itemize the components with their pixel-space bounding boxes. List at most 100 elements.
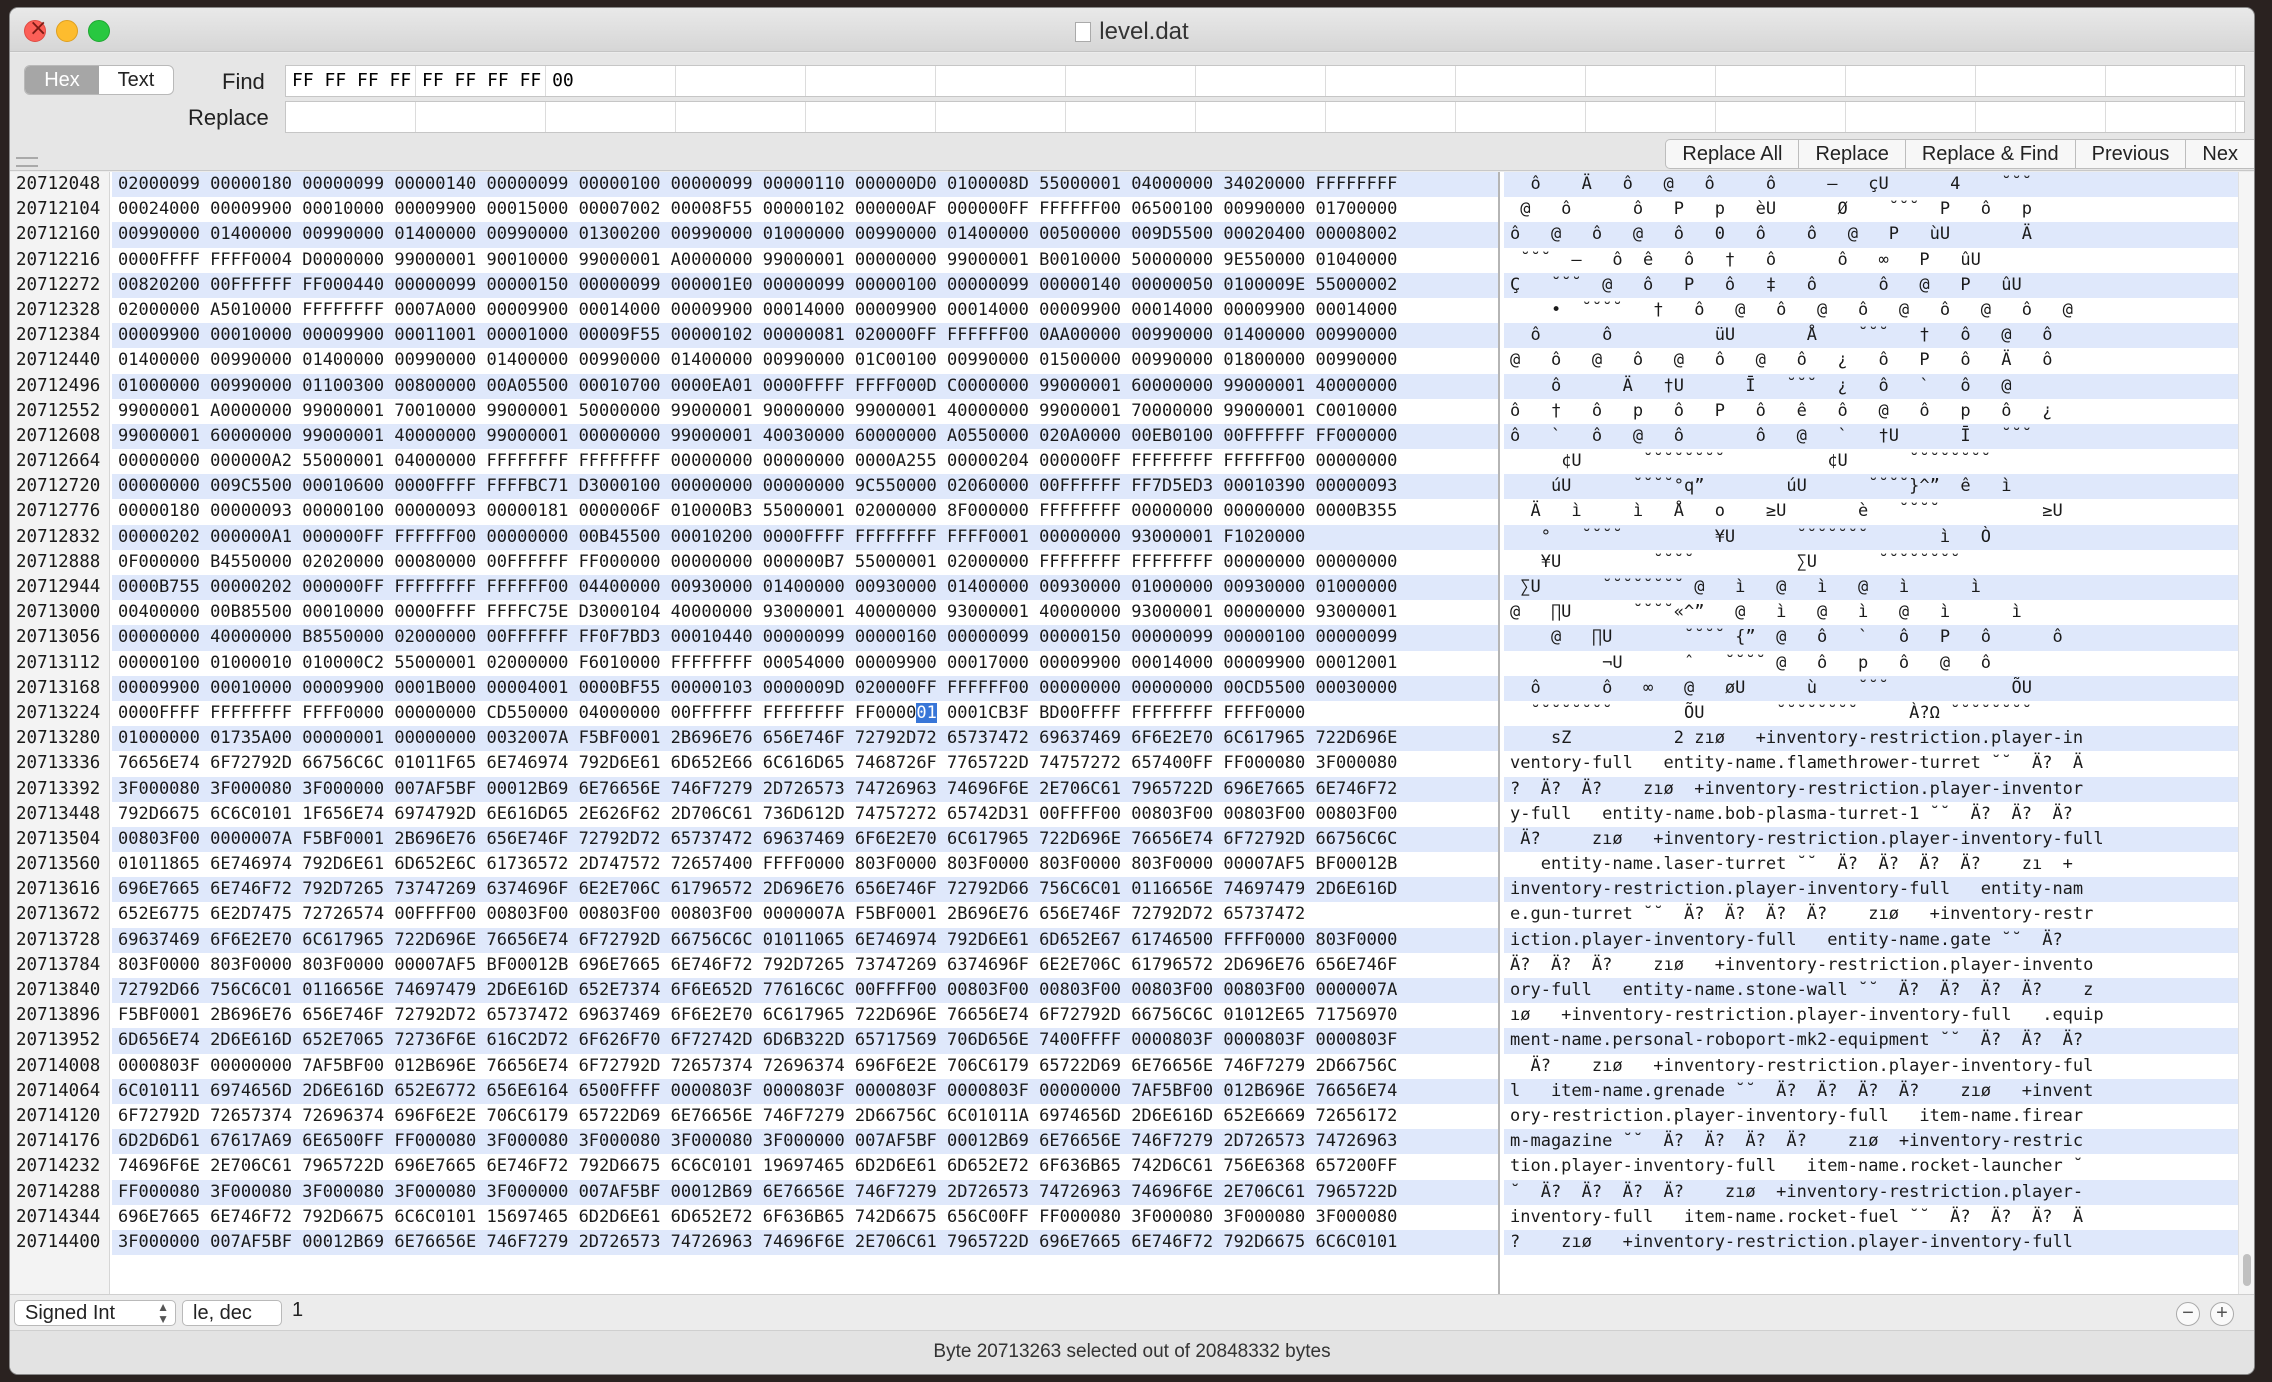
hex-row[interactable]: 792D6675 6C6C0101 1F656E74 6974792D 6E61… xyxy=(112,801,1498,827)
text-row[interactable]: @ ô @ ô @ ô @ ô ¿ ô P ô Ä ô xyxy=(1504,348,2238,374)
text-row[interactable]: ∑U ˘˘˘˘˘˘˘˘ @ ì @ ì @ ì ì xyxy=(1504,575,2238,601)
text-row[interactable]: ô ô üU Å ˘˘˘ † ô @ ô xyxy=(1504,323,2238,349)
hex-row[interactable]: 01011865 6E746974 792D6E61 6D652E6C 6173… xyxy=(112,852,1498,878)
text-row[interactable]: ment-name.personal-roboport-mk2-equipmen… xyxy=(1504,1028,2238,1054)
hex-row[interactable]: 02000000 A5010000 FFFFFFFF 0007A000 0000… xyxy=(112,297,1498,324)
hex-row[interactable]: 69637469 6F6E2E70 6C617965 722D696E 7665… xyxy=(112,927,1498,953)
hex-row[interactable]: 6C010111 6974656D 2D6E616D 652E6772 656E… xyxy=(112,1078,1498,1104)
text-row[interactable]: ˘ Ä? Ä? Ä? Ä? zıø +inventory-restriction… xyxy=(1504,1179,2238,1205)
hex-row[interactable]: 0000B755 00000202 000000FF FFFFFFFF FFFF… xyxy=(112,575,1498,601)
hex-row[interactable]: 0000FFFF FFFFFFFF FFFF0000 00000000 CD55… xyxy=(112,700,1498,727)
hex-row[interactable]: 00009900 00010000 00009900 0001B000 0000… xyxy=(112,675,1498,701)
text-row[interactable]: ıø +inventory-restriction.player-invento… xyxy=(1504,1003,2238,1029)
text-row[interactable]: ô ô ∞ @ øU ù ˘˘˘ ÕU xyxy=(1504,675,2238,701)
hex-row[interactable]: 00000202 000000A1 000000FF FFFFFF00 0000… xyxy=(112,524,1498,550)
hex-row[interactable]: 00820200 00FFFFFF FF000440 00000099 0000… xyxy=(112,272,1498,298)
hex-row[interactable]: 99000001 60000000 99000001 40000000 9900… xyxy=(112,423,1498,450)
text-row[interactable]: ˘˘˘ – ô ê ô † ô ô ∞ P ûU xyxy=(1504,247,2238,273)
hex-row[interactable]: 02000099 00000180 00000099 00000140 0000… xyxy=(112,172,1498,198)
text-row[interactable]: ° ˘˘˘˘ ¥U ˘˘˘˘˘˘˘ ì Ò xyxy=(1504,524,2238,550)
hex-row[interactable]: 99000001 A0000000 99000001 70010000 9900… xyxy=(112,398,1498,424)
scroll-thumb[interactable] xyxy=(2243,1254,2251,1286)
drag-handle-icon[interactable] xyxy=(16,157,38,167)
text-row[interactable]: ¢U ˘˘˘˘˘˘˘˘ ¢U ˘˘˘˘˘˘˘˘ xyxy=(1504,449,2238,475)
hex-row[interactable]: 0F000000 B4550000 02020000 00080000 00FF… xyxy=(112,549,1498,575)
plus-icon[interactable]: + xyxy=(2210,1302,2234,1326)
hex-row[interactable]: 00000000 40000000 B8550000 02000000 00FF… xyxy=(112,625,1498,651)
text-mode-button[interactable]: Text xyxy=(99,66,173,94)
hex-row[interactable]: 00000180 00000093 00000100 00000093 0000… xyxy=(112,499,1498,525)
hex-row[interactable]: 00009900 00010000 00009900 00011001 0000… xyxy=(112,323,1498,349)
text-row[interactable]: Ä? Ä? Ä? zıø +inventory-restriction.play… xyxy=(1504,952,2238,978)
text-row[interactable]: Ç ˘˘˘ @ ô P ô ‡ ô ô @ P ûU xyxy=(1504,272,2238,298)
hex-row[interactable]: 00990000 01400000 00990000 01400000 0099… xyxy=(112,222,1498,248)
hex-row[interactable]: 3F000080 3F000080 3F000000 007AF5BF 0001… xyxy=(112,776,1498,802)
hex-row[interactable]: 3F000000 007AF5BF 00012B69 6E76656E 746F… xyxy=(112,1229,1498,1256)
text-row[interactable]: inventory-full item-name.rocket-fuel ˘˘ … xyxy=(1504,1204,2238,1230)
hex-view[interactable]: 02000099 00000180 00000099 00000140 0000… xyxy=(112,172,1500,1294)
hex-row[interactable]: FF000080 3F000080 3F000080 3F000080 3F00… xyxy=(112,1179,1498,1205)
text-row[interactable]: tion.player-inventory-full item-name.roc… xyxy=(1504,1154,2238,1180)
type-select[interactable]: Signed Int ▲ ▼ xyxy=(14,1300,176,1326)
text-row[interactable]: sZ 2 zıø +inventory-restriction.player-i… xyxy=(1504,726,2238,752)
text-row[interactable]: ¥U ˘˘˘˘ ∑U ˘˘˘˘˘˘˘˘ xyxy=(1504,549,2238,575)
text-row[interactable]: @ ∏U ˘˘˘˘ {” @ ô ` ô P ô ô xyxy=(1504,625,2238,651)
hex-row[interactable]: 6F72792D 72657374 72696374 696F6E2E 706C… xyxy=(112,1103,1498,1130)
text-row[interactable]: ô Ä ô @ ô ô – çU 4 ˘˘˘ xyxy=(1504,172,2238,198)
hex-row[interactable]: 696E7665 6E746F72 792D7265 73747269 6374… xyxy=(112,877,1498,903)
text-row[interactable]: ? Ä? Ä? zıø +inventory-restriction.playe… xyxy=(1504,776,2238,802)
text-row[interactable]: m-magazine ˘˘ Ä? Ä? Ä? Ä? zıø +inventory… xyxy=(1504,1129,2238,1155)
text-row[interactable]: ô Ä †U Ī ˘˘˘ ¿ ô ` ô @ xyxy=(1504,373,2238,399)
text-row[interactable]: ory-full entity-name.stone-wall ˘˘ Ä? Ä?… xyxy=(1504,978,2238,1004)
hex-row[interactable]: 6D2D6D61 67617A69 6E6500FF FF000080 3F00… xyxy=(112,1129,1498,1155)
text-row[interactable]: iction.player-inventory-full entity-name… xyxy=(1504,927,2238,953)
hex-row[interactable]: 74696F6E 2E706C61 7965722D 696E7665 6E74… xyxy=(112,1154,1498,1180)
hex-row[interactable]: 696E7665 6E746F72 792D6675 6C6C0101 1569… xyxy=(112,1204,1498,1230)
hex-row[interactable]: 72792D66 756C6C01 0116656E 74697479 2D6E… xyxy=(112,978,1498,1004)
text-row[interactable]: @ ô ô P p èU Ø ˘˘˘ P ô p xyxy=(1504,197,2238,223)
hex-row[interactable]: 00000000 000000A2 55000001 04000000 FFFF… xyxy=(112,449,1498,475)
text-row[interactable]: Ä ì ì Å o ≥U è ˘˘˘˘ ≥U xyxy=(1504,499,2238,525)
text-row[interactable]: ô @ ô @ ô 0 ô ô @ P ùU Ä xyxy=(1504,222,2238,248)
hex-row[interactable]: 01000000 01735A00 00000001 00000000 0032… xyxy=(112,726,1498,752)
replace-input[interactable] xyxy=(285,101,2245,133)
text-row[interactable]: @ ∏U ˘˘˘˘«^” @ ì @ ì @ ì ì xyxy=(1504,600,2238,626)
hex-row[interactable]: 00803F00 0000007A F5BF0001 2B696E76 656E… xyxy=(112,826,1498,853)
endian-select[interactable]: le, dec xyxy=(182,1300,282,1326)
text-row[interactable]: ory-restriction.player-inventory-full it… xyxy=(1504,1103,2238,1130)
replace-button[interactable]: Replace xyxy=(1798,139,1905,169)
text-row[interactable]: ¬U ˆ ˘˘˘˘ @ ô p ô @ ô xyxy=(1504,650,2238,676)
hex-row[interactable]: 00000000 009C5500 00010600 0000FFFF FFFF… xyxy=(112,474,1498,500)
selected-byte[interactable]: 01 xyxy=(916,702,937,723)
text-row[interactable]: ô † ô p ô P ô ê ô @ ô p ô ¿ xyxy=(1504,398,2238,424)
hex-row[interactable]: 01400000 00990000 01400000 00990000 0140… xyxy=(112,348,1498,374)
hex-row[interactable]: 0000FFFF FFFF0004 D0000000 99000001 9001… xyxy=(112,247,1498,273)
text-row[interactable]: úU ˘˘˘˘°q” úU ˘˘˘˘}^” ê ì xyxy=(1504,474,2238,500)
hex-row[interactable]: 76656E74 6F72792D 66756C6C 01011F65 6E74… xyxy=(112,751,1498,777)
hex-row[interactable]: 00024000 00009900 00010000 00009900 0001… xyxy=(112,197,1498,223)
text-row[interactable]: ? zıø +inventory-restriction.player-inve… xyxy=(1504,1229,2238,1256)
hex-row[interactable]: 652E6775 6E2D7475 72726574 00FFFF00 0080… xyxy=(112,902,1498,928)
text-row[interactable]: Ä? zıø +inventory-restriction.player-inv… xyxy=(1504,826,2238,853)
minus-icon[interactable]: − xyxy=(2176,1302,2200,1326)
find-input[interactable]: FF FF FF FF FF FF FF FF 00 xyxy=(285,65,2245,97)
text-row[interactable]: inventory-restriction.player-inventory-f… xyxy=(1504,877,2238,903)
text-view[interactable]: ô Ä ô @ ô ô – çU 4 ˘˘˘ @ ô ô P p èU Ø ˘˘… xyxy=(1504,172,2238,1294)
text-row[interactable]: ventory-full entity-name.flamethrower-tu… xyxy=(1504,751,2238,777)
text-row[interactable]: • ˘˘˘˘ † ô @ ô @ ô @ ô @ ô @ xyxy=(1504,297,2238,324)
text-row[interactable]: ô ` ô @ ô ô @ ` †U Ī ˘˘˘ xyxy=(1504,423,2238,450)
hex-row[interactable]: 6D656E74 2D6E616D 652E7065 72736F6E 616C… xyxy=(112,1028,1498,1054)
text-row[interactable]: Ä? zıø +inventory-restriction.player-inv… xyxy=(1504,1053,2238,1079)
hex-row[interactable]: F5BF0001 2B696E76 656E746F 72792D72 6573… xyxy=(112,1003,1498,1029)
vertical-scrollbar[interactable] xyxy=(2238,172,2254,1294)
hex-row[interactable]: 0000803F 00000000 7AF5BF00 012B696E 7665… xyxy=(112,1053,1498,1079)
hex-row[interactable]: 00000100 01000010 010000C2 55000001 0200… xyxy=(112,650,1498,676)
text-row[interactable]: e.gun-turret ˘˘ Ä? Ä? Ä? Ä? zıø +invento… xyxy=(1504,902,2238,928)
next-button[interactable]: Nex xyxy=(2185,139,2254,169)
previous-button[interactable]: Previous xyxy=(2074,139,2186,169)
hex-mode-button[interactable]: Hex xyxy=(25,66,99,94)
hex-row[interactable]: 00400000 00B85500 00010000 0000FFFF FFFF… xyxy=(112,600,1498,626)
text-row[interactable]: y-full entity-name.bob-plasma-turret-1 ˘… xyxy=(1504,801,2238,827)
text-row[interactable]: ˘˘˘˘˘˘˘˘ ÕU ˘˘˘˘˘˘˘˘ À?Ω ˘˘˘˘˘˘˘˘ xyxy=(1504,700,2238,727)
replace-all-button[interactable]: Replace All xyxy=(1665,139,1799,169)
